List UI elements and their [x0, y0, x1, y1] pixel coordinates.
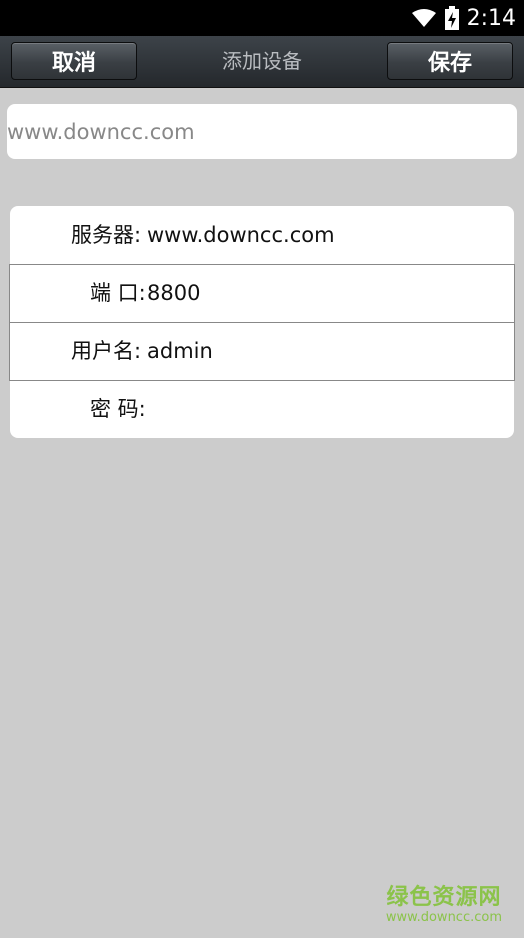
server-value[interactable]: www.downcc.com	[147, 206, 335, 264]
password-label: 密 码:	[90, 397, 146, 421]
watermark: 绿色资源网 www.downcc.com	[385, 885, 502, 925]
cancel-button[interactable]: 取消	[11, 42, 137, 80]
device-name-input[interactable]	[7, 104, 517, 159]
watermark-name: 绿色资源网	[386, 885, 502, 910]
port-value[interactable]: 8800	[147, 264, 200, 322]
status-bar: 2:14	[0, 0, 524, 36]
device-name-field[interactable]	[7, 104, 517, 159]
status-time: 2:14	[466, 5, 516, 31]
status-icons: 2:14	[411, 0, 516, 36]
password-row[interactable]: 密 码:	[10, 380, 514, 438]
title-bar: 添加设备 取消 保存	[0, 36, 524, 88]
username-row[interactable]: 用户名: admin	[10, 322, 514, 380]
username-value[interactable]: admin	[147, 322, 213, 380]
username-label: 用户名:	[71, 339, 142, 363]
battery-charging-icon	[444, 6, 459, 30]
card-side-border	[514, 264, 515, 380]
port-label: 端 口:	[90, 281, 146, 305]
wifi-icon	[411, 8, 437, 28]
card-side-border	[9, 264, 10, 380]
device-info-card: 服务器: www.downcc.com 端 口: 8800 用户名: admin…	[9, 206, 515, 438]
port-row[interactable]: 端 口: 8800	[10, 264, 514, 322]
watermark-url: www.downcc.com	[385, 910, 502, 925]
save-button[interactable]: 保存	[387, 42, 513, 80]
server-row[interactable]: 服务器: www.downcc.com	[10, 206, 514, 264]
server-label: 服务器:	[71, 223, 142, 247]
